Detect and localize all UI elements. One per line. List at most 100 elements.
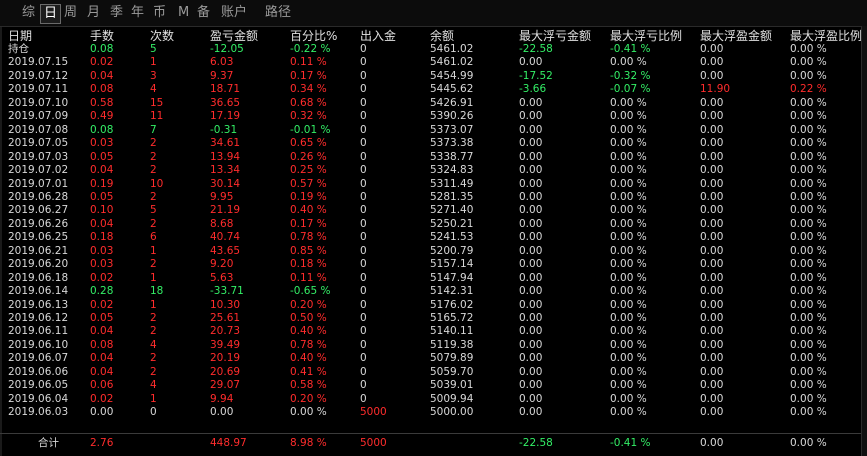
table-row[interactable]: 2019.06.13 0.02 1 10.30 0.20 % 0 5176.02 0.00 0.… <box>0 298 862 312</box>
table-row[interactable]: 2019.06.20 0.03 2 9.20 0.18 % 0 5157.14 0.00 0.0… <box>0 257 862 271</box>
cell-lots: 0.05 <box>90 150 114 163</box>
cell-pct: 0.58 % <box>290 379 327 392</box>
cell-cash: 5000 <box>360 437 387 449</box>
cell-mfpp: 0.00 % <box>790 137 827 150</box>
table-row[interactable]: 2019.07.10 0.58 15 36.65 0.68 % 0 5426.91 0.00 0… <box>0 96 862 110</box>
cell-count: 7 <box>150 123 157 136</box>
table-row[interactable]: 2019.06.06 0.04 2 20.69 0.41 % 0 5059.70 0.00 0.… <box>0 365 862 379</box>
cell-count: 4 <box>150 338 157 351</box>
cell-mfl: -3.66 <box>519 83 547 96</box>
cell-date: 2019.07.08 <box>8 123 69 136</box>
table-row[interactable]: 2019.06.07 0.04 2 20.19 0.40 % 0 5079.89 0.00 0.… <box>0 351 862 365</box>
cell-mfp: 0.00 <box>700 365 724 378</box>
cell-date: 2019.06.05 <box>8 379 69 392</box>
table-row[interactable]: 2019.06.21 0.03 1 43.65 0.85 % 0 5200.79 0.00 0.… <box>0 244 862 258</box>
cell-cash: 0 <box>360 312 367 324</box>
cell-lots: 0.06 <box>90 379 114 392</box>
cell-date: 2019.06.28 <box>8 190 69 203</box>
cell-mflp: -0.41 % <box>610 43 651 55</box>
table-row[interactable]: 2019.06.12 0.05 2 25.61 0.50 % 0 5165.72 0.00 0.… <box>0 311 862 325</box>
table-row[interactable]: 2019.06.27 0.10 5 21.19 0.40 % 0 5271.40 0.00 0.… <box>0 203 862 217</box>
table-row[interactable]: 2019.07.09 0.49 11 17.19 0.32 % 0 5390.26 0.00 0… <box>0 109 862 123</box>
cell-pct: 0.41 % <box>290 365 327 378</box>
cell-cash: 0 <box>360 56 367 69</box>
cell-lots: 0.05 <box>90 312 114 324</box>
cell-mfl: -17.52 <box>519 69 553 82</box>
cell-cash: 0 <box>360 96 367 109</box>
cell-lots: 0.04 <box>90 365 114 378</box>
table-row[interactable]: 持仓 0.08 5 -12.05 -0.22 % 0 5461.02 -22.58 -0.41 … <box>0 42 862 56</box>
cell-mflp: 0.00 % <box>610 137 647 150</box>
table-row[interactable]: 2019.07.01 0.19 10 30.14 0.57 % 0 5311.49 0.00 0… <box>0 177 862 191</box>
cell-mfp: 0.00 <box>700 217 724 230</box>
cell-count: 2 <box>150 164 157 177</box>
table-row[interactable]: 2019.06.11 0.04 2 20.73 0.40 % 0 5140.11 0.00 0.… <box>0 324 862 338</box>
cell-lots: 0.28 <box>90 285 114 298</box>
cell-pct: 0.50 % <box>290 312 327 324</box>
cell-mfl: 0.00 <box>519 123 543 136</box>
cell-count: 2 <box>150 312 157 324</box>
tab-zhou[interactable]: 周 <box>61 4 80 22</box>
tab-bi[interactable]: 币 <box>150 4 169 22</box>
cell-lots: 0.04 <box>90 325 114 338</box>
tab-nian[interactable]: 年 <box>128 4 147 22</box>
cell-pnl: 8.68 <box>210 217 234 230</box>
cell-lots: 0.08 <box>90 43 114 55</box>
cell-mfpp: 0.00 % <box>790 285 827 298</box>
cell-pnl: 21.19 <box>210 204 241 217</box>
cell-mfpp: 0.00 % <box>790 177 827 190</box>
cell-mflp: 0.00 % <box>610 231 647 244</box>
cell-mfpp: 0.00 % <box>790 298 827 311</box>
cell-pct: 0.25 % <box>290 164 327 177</box>
table-row[interactable]: 2019.06.26 0.04 2 8.68 0.17 % 0 5250.21 0.00 0.0… <box>0 217 862 231</box>
cell-balance: 5426.91 <box>430 96 474 109</box>
table-row[interactable]: 2019.07.02 0.04 2 13.34 0.25 % 0 5324.83 0.00 0.… <box>0 163 862 177</box>
cell-mfp: 0.00 <box>700 338 724 351</box>
cell-lots: 0.18 <box>90 231 114 244</box>
tab-ri[interactable]: 日 <box>40 4 62 24</box>
table-row[interactable]: 2019.06.18 0.02 1 5.63 0.11 % 0 5147.94 0.00 0.0… <box>0 271 862 285</box>
tab-bei[interactable]: 备 <box>194 4 213 22</box>
cell-lots: 0.00 <box>90 406 114 419</box>
table-row[interactable]: 2019.07.12 0.04 3 9.37 0.17 % 0 5454.99 -17.52 -… <box>0 69 862 83</box>
cell-mfl: 0.00 <box>519 204 543 217</box>
cell-pnl: 30.14 <box>210 177 241 190</box>
total-row[interactable]: 合计 2.76 448.97 8.98 % 5000 -22.58 -0.41 % 0.00 0… <box>0 436 862 450</box>
cell-date: 2019.06.04 <box>8 392 69 405</box>
cell-pnl: -33.71 <box>210 285 244 298</box>
table-row[interactable]: 2019.07.15 0.02 1 6.03 0.11 % 0 5461.02 0.00 0.0… <box>0 55 862 69</box>
table-row[interactable]: 2019.06.25 0.18 6 40.74 0.78 % 0 5241.53 0.00 0.… <box>0 230 862 244</box>
cell-lots: 0.08 <box>90 83 114 96</box>
tab-zong[interactable]: 综 <box>19 4 38 22</box>
table-row[interactable]: 2019.07.03 0.05 2 13.94 0.26 % 0 5338.77 0.00 0.… <box>0 150 862 164</box>
cell-mfp: 0.00 <box>700 406 724 419</box>
cell-mfl: 0.00 <box>519 190 543 203</box>
cell-mflp: 0.00 % <box>610 338 647 351</box>
tab-yue[interactable]: 月 <box>84 4 103 22</box>
cell-date: 2019.07.09 <box>8 110 69 123</box>
table-row[interactable]: 2019.06.10 0.08 4 39.49 0.78 % 0 5119.38 0.00 0.… <box>0 338 862 352</box>
table-row[interactable]: 2019.07.11 0.08 4 18.71 0.34 % 0 5445.62 -3.66 -… <box>0 82 862 96</box>
cell-cash: 0 <box>360 217 367 230</box>
vertical-scrollbar[interactable] <box>861 26 867 456</box>
table-row[interactable]: 2019.06.28 0.05 2 9.95 0.19 % 0 5281.35 0.00 0.0… <box>0 190 862 204</box>
tab-lujing[interactable]: 路径 <box>262 4 294 22</box>
table-row[interactable]: 2019.06.03 0.00 0 0.00 0.00 % 5000 5000.00 0.00… <box>0 405 862 419</box>
cell-mfp: 0.00 <box>700 244 724 257</box>
cell-pnl: -12.05 <box>210 43 244 55</box>
cell-balance: 5140.11 <box>430 325 474 338</box>
tab-ji[interactable]: 季 <box>107 4 126 22</box>
table-row[interactable]: 2019.07.05 0.03 2 34.61 0.65 % 0 5373.38 0.00 0.… <box>0 136 862 150</box>
tab-zhanghu[interactable]: 账户 <box>218 4 250 22</box>
table-row[interactable]: 2019.07.08 0.08 7 -0.31 -0.01 % 0 5373.07 0.00 0… <box>0 123 862 137</box>
table-row[interactable]: 2019.06.14 0.28 18 -33.71 -0.65 % 0 5142.31 0.0… <box>0 284 862 298</box>
cell-cash: 0 <box>360 392 367 405</box>
table-row[interactable]: 2019.06.05 0.06 4 29.07 0.58 % 0 5039.01 0.00 0.… <box>0 378 862 392</box>
cell-pct: -0.01 % <box>290 123 331 136</box>
cell-count: 11 <box>150 110 164 123</box>
table-row[interactable]: 2019.06.04 0.02 1 9.94 0.20 % 0 5009.94 0.00 0.0… <box>0 392 862 406</box>
cell-pct: 0.85 % <box>290 244 327 257</box>
cell-lots: 0.03 <box>90 244 114 257</box>
tab-m[interactable]: M <box>175 4 192 22</box>
cell-lots: 0.49 <box>90 110 114 123</box>
